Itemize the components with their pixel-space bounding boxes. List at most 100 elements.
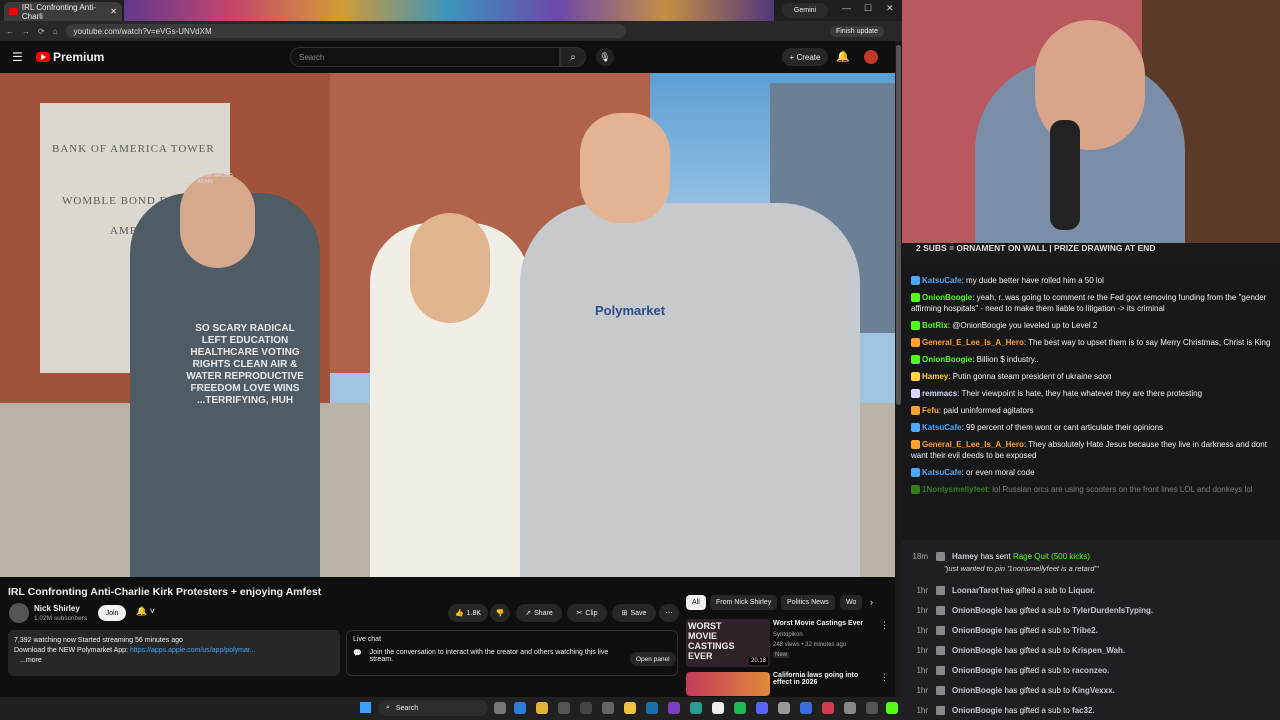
feed-user[interactable]: Hamey	[952, 552, 978, 561]
more-actions-icon[interactable]: ⋯	[659, 604, 679, 622]
feed-target: Liquor.	[1068, 585, 1096, 595]
folder-icon[interactable]	[624, 702, 636, 714]
feed-user[interactable]: OnionBoogie	[952, 686, 1002, 695]
edge-icon[interactable]	[514, 702, 526, 714]
chat-username[interactable]: remmacs	[922, 389, 957, 398]
feed-user[interactable]: OnionBoogie	[952, 666, 1002, 675]
url-field[interactable]: youtube.com/watch?v=eVGs-UNVdXM	[65, 24, 626, 38]
youtube-logo[interactable]: Premium	[36, 50, 104, 64]
steam-icon[interactable]	[646, 702, 658, 714]
recommendation-title[interactable]: California laws going into effect in 202…	[773, 672, 878, 686]
feed-user[interactable]: OnionBoogie	[952, 626, 1002, 635]
description-stats: 7,392 watching now Started streaming 56 …	[14, 637, 183, 644]
recommendation-title[interactable]: Worst Movie Castings Ever	[773, 620, 878, 627]
clip-button[interactable]: ✂ Clip	[567, 604, 607, 622]
app-icon[interactable]	[778, 702, 790, 714]
app-icon[interactable]	[602, 702, 614, 714]
home-icon[interactable]: ⌂	[53, 27, 58, 36]
video-player[interactable]: BANK OF AMERICA TOWER WOMBLE BOND DICKIN…	[0, 73, 895, 577]
feed-action: has gifted a sub to	[1002, 645, 1073, 655]
chip-all[interactable]: All	[686, 595, 706, 610]
description-link[interactable]: https://apps.apple.com/us/app/polymar...	[130, 647, 256, 654]
kick-icon[interactable]	[886, 702, 898, 714]
chip-from-channel[interactable]: From Nick Shirley	[710, 595, 778, 610]
notifications-bell-icon[interactable]: 🔔	[836, 50, 850, 63]
like-count: 1.8K	[466, 609, 482, 617]
feed-text: OnionBoogie has gifted a sub to TylerDur…	[952, 606, 1153, 615]
finish-update-button[interactable]: Finish update	[829, 25, 884, 37]
channel-name[interactable]: Nick Shirley	[34, 604, 80, 613]
task-view-icon[interactable]	[494, 702, 506, 714]
menu-icon[interactable]: ☰	[12, 50, 23, 64]
chat-username[interactable]: Hamey	[922, 372, 948, 381]
app-icon[interactable]	[822, 702, 834, 714]
chat-username[interactable]: KatsuCafe	[922, 468, 962, 477]
taskbar-search[interactable]: ⌕ Search	[378, 700, 488, 716]
app-icon[interactable]	[800, 702, 812, 714]
forward-icon[interactable]: →	[22, 27, 30, 36]
maximize-icon[interactable]: ☐	[864, 3, 872, 14]
account-avatar[interactable]	[864, 50, 878, 64]
search-input[interactable]: Search	[290, 47, 560, 67]
chat-username[interactable]: General_E_Lee_Is_A_Hero	[922, 440, 1024, 449]
feed-action: has gifted a sub to	[1002, 665, 1073, 675]
channel-avatar[interactable]	[9, 603, 29, 623]
scrollbar-thumb[interactable]	[896, 45, 901, 405]
chat-username[interactable]: OnionBoogie	[922, 355, 972, 364]
app-icon[interactable]	[712, 702, 724, 714]
open-panel-button[interactable]: Open panel	[630, 652, 676, 666]
chat-username[interactable]: BotRix	[922, 321, 948, 330]
browser-tab[interactable]: IRL Confronting Anti-Charli ✕	[4, 2, 122, 21]
recommendation-thumbnail[interactable]	[686, 672, 770, 696]
like-button[interactable]: 👍 1.8K	[448, 604, 488, 622]
chat-username[interactable]: General_E_Lee_Is_A_Hero	[922, 338, 1024, 347]
chip-truncated[interactable]: Wo	[840, 595, 862, 610]
feed-user[interactable]: OnionBoogie	[952, 706, 1002, 715]
start-icon[interactable]	[360, 702, 371, 713]
share-button[interactable]: ↗ Share	[516, 604, 562, 622]
app-icon[interactable]	[558, 702, 570, 714]
app-icon[interactable]	[844, 702, 856, 714]
app-icon[interactable]	[668, 702, 680, 714]
feed-action: has gifted a sub to	[1002, 605, 1073, 615]
feed-user[interactable]: OnionBoogie	[952, 646, 1002, 655]
feed-target: Krispen_Wah.	[1072, 645, 1126, 655]
app-icon[interactable]	[690, 702, 702, 714]
subscription-bell-icon[interactable]: 🔔 ˅	[136, 606, 155, 617]
chrome-icon[interactable]	[536, 702, 548, 714]
feed-user[interactable]: OnionBoogie	[952, 606, 1002, 615]
microphone-icon[interactable]: 🎙	[596, 48, 614, 66]
gemini-button[interactable]: Gemini	[782, 3, 828, 18]
recommendation-thumbnail[interactable]: WORST MOVIE CASTINGS EVER 20:18	[686, 619, 770, 667]
scissors-icon: ✂	[576, 610, 583, 617]
dislike-icon[interactable]: 👎	[490, 604, 510, 622]
chat-username[interactable]: KatsuCafe	[922, 276, 962, 285]
chat-username[interactable]: Fefu	[922, 406, 939, 415]
chat-badge-icon	[911, 406, 920, 416]
save-button[interactable]: ⊞ Save	[612, 604, 656, 622]
close-window-icon[interactable]: ✕	[886, 3, 894, 14]
chat-message: KatsuCafe: 99 percent of them wont or ca…	[911, 422, 1272, 433]
reload-icon[interactable]: ⟳	[38, 27, 45, 36]
description-more[interactable]: ...more	[14, 656, 334, 666]
join-button[interactable]: Join	[98, 605, 126, 621]
recommendation-channel[interactable]: Syntopikon	[773, 632, 803, 638]
search-icon[interactable]: ⌕	[560, 47, 586, 67]
close-tab-icon[interactable]: ✕	[110, 7, 117, 16]
discord-icon[interactable]	[756, 702, 768, 714]
chat-username[interactable]: OnionBoogie	[922, 293, 972, 302]
create-button[interactable]: + Create	[782, 48, 828, 66]
description-box[interactable]: 7,392 watching now Started streaming 56 …	[8, 630, 340, 676]
chip-politics-news[interactable]: Politics News	[781, 595, 835, 610]
feed-user[interactable]: LoonarTarot	[952, 586, 999, 595]
chat-username[interactable]: 1Nonlysmellyfeet	[922, 485, 988, 494]
minimize-icon[interactable]: —	[842, 3, 851, 13]
app-icon[interactable]	[866, 702, 878, 714]
back-icon[interactable]: ←	[6, 27, 14, 36]
spotify-icon[interactable]	[734, 702, 746, 714]
chevron-right-icon[interactable]: ›	[870, 597, 873, 607]
app-icon[interactable]	[580, 702, 592, 714]
chat-username[interactable]: KatsuCafe	[922, 423, 962, 432]
more-options-icon[interactable]: ⋮	[880, 620, 889, 631]
more-options-icon[interactable]: ⋮	[880, 672, 889, 683]
